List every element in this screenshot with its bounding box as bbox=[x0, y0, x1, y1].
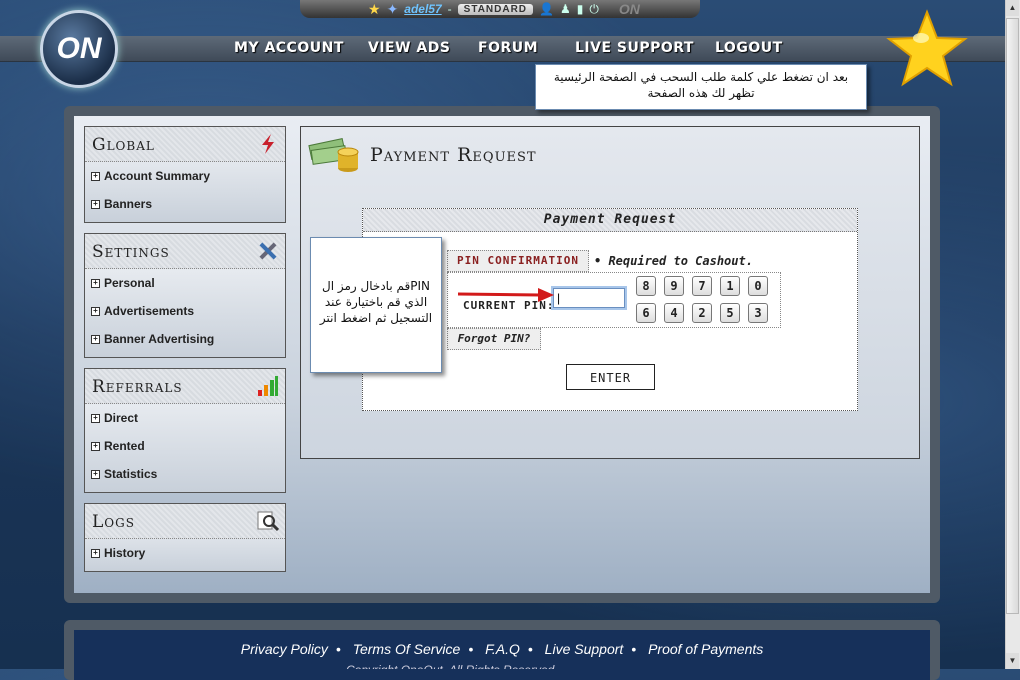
instruction-callout-top: بعد ان تضغط علي كلمة طلب السحب في الصفحة… bbox=[535, 64, 867, 110]
expand-icon: + bbox=[91, 442, 100, 452]
keypad-key[interactable]: 5 bbox=[720, 303, 740, 323]
sidebar-logs-header: Logs bbox=[85, 504, 285, 539]
top-status-bar: ★ ✦ adel57 - STANDARD 👤 ♟ ▮ ⏻ ON bbox=[300, 0, 700, 18]
sidebar-referrals-title: Referrals bbox=[92, 377, 183, 397]
instruction-callout-left: PINقم بادخال رمز ال الذي قم باختيارة عند… bbox=[310, 237, 442, 373]
footer-separator: • bbox=[335, 641, 341, 657]
sidebar-item-label: Statistics bbox=[104, 467, 158, 481]
footer-separator: • bbox=[631, 641, 637, 657]
membership-badge: STANDARD bbox=[457, 3, 534, 15]
sidebar-settings-title: Settings bbox=[92, 242, 170, 262]
sidebar-settings: Settings + Personal + Advertisements + Bann… bbox=[84, 233, 286, 358]
scrollbar-thumb[interactable] bbox=[1006, 18, 1019, 614]
sidebar-global-header: Global bbox=[85, 127, 285, 162]
separator: - bbox=[447, 2, 452, 16]
sidebar-item-direct[interactable]: + Direct bbox=[85, 404, 285, 432]
keypad-key[interactable]: 2 bbox=[692, 303, 712, 323]
signal-bars-icon bbox=[258, 376, 278, 396]
sidebar-settings-header: Settings bbox=[85, 234, 285, 269]
enter-button[interactable]: ENTER bbox=[566, 364, 655, 390]
pin-input[interactable] bbox=[551, 286, 627, 310]
expand-icon: + bbox=[91, 549, 100, 559]
sidebar-referrals-header: Referrals bbox=[85, 369, 285, 404]
keypad-key[interactable]: 1 bbox=[720, 276, 740, 296]
lightning-icon bbox=[262, 134, 274, 154]
sidebar-item-label: Banner Advertising bbox=[104, 332, 215, 346]
sidebar-item-label: Advertisements bbox=[104, 304, 195, 318]
user-icon[interactable]: 👤 bbox=[539, 2, 554, 16]
sidebar-item-label: Banners bbox=[104, 197, 153, 211]
sidebar-global-title: Global bbox=[92, 135, 155, 155]
sidebar-logs-title: Logs bbox=[92, 512, 135, 532]
page-title: Payment Request bbox=[370, 144, 537, 166]
nav-live-support[interactable]: LIVE SUPPORT bbox=[575, 40, 694, 56]
sidebar-item-label: History bbox=[104, 546, 146, 560]
form-title: Payment Request bbox=[363, 209, 857, 232]
expand-icon: + bbox=[91, 470, 100, 480]
copyright: Copyright OneOut. All Rights Reserved. bbox=[346, 663, 646, 669]
footer-separator: • bbox=[527, 641, 533, 657]
scroll-down-icon[interactable]: ▼ bbox=[1006, 653, 1019, 669]
sidebar-referrals: Referrals + Direct + Rented + Statistics bbox=[84, 368, 286, 493]
nav-forum[interactable]: FORUM bbox=[478, 40, 538, 56]
stats-icon[interactable]: ▮ bbox=[577, 2, 584, 16]
footer-link-privacy[interactable]: Privacy Policy bbox=[241, 641, 328, 657]
required-note: • Required to Cashout. bbox=[594, 254, 753, 268]
sidebar-item-label: Account Summary bbox=[104, 169, 211, 183]
sparkle-icon[interactable]: ✦ bbox=[387, 1, 399, 18]
keypad-key[interactable]: 7 bbox=[692, 276, 712, 296]
sidebar-item-account-summary[interactable]: + Account Summary bbox=[85, 162, 285, 190]
power-icon[interactable]: ⏻ bbox=[589, 2, 599, 17]
referrals-icon[interactable]: ♟ bbox=[560, 2, 571, 16]
sidebar-item-label: Direct bbox=[104, 411, 139, 425]
footer-links: Privacy Policy • Terms Of Service • F.A.Q •… bbox=[74, 641, 930, 657]
small-logo: ON bbox=[618, 1, 640, 17]
scroll-up-icon[interactable]: ▲ bbox=[1006, 0, 1019, 16]
sidebar-item-history[interactable]: + History bbox=[85, 539, 285, 567]
keypad-key[interactable]: 9 bbox=[664, 276, 684, 296]
sidebar-item-personal[interactable]: + Personal bbox=[85, 269, 285, 297]
sidebar-global: Global + Account Summary + Banners bbox=[84, 126, 286, 223]
keypad-key[interactable]: 0 bbox=[748, 276, 768, 296]
sidebar-logs: Logs + History bbox=[84, 503, 286, 572]
magnifier-icon bbox=[257, 511, 279, 532]
sidebar-item-statistics[interactable]: + Statistics bbox=[85, 460, 285, 488]
nav-view-ads[interactable]: VIEW ADS bbox=[368, 40, 450, 56]
nav-my-account[interactable]: MY ACCOUNT bbox=[234, 40, 344, 56]
keypad-key[interactable]: 8 bbox=[636, 276, 656, 296]
money-coins-icon bbox=[308, 138, 359, 172]
red-arrow-icon bbox=[457, 288, 554, 302]
username-link[interactable]: adel57 bbox=[404, 2, 441, 16]
sidebar-item-banner-advertising[interactable]: + Banner Advertising bbox=[85, 325, 285, 353]
footer-link-live-support[interactable]: Live Support bbox=[545, 641, 624, 657]
tools-icon bbox=[259, 242, 277, 260]
expand-icon: + bbox=[91, 307, 100, 317]
expand-icon: + bbox=[91, 414, 100, 424]
main-nav: MY ACCOUNT VIEW ADS FORUM LIVE SUPPORT L… bbox=[0, 36, 1005, 62]
sidebar-item-rented[interactable]: + Rented bbox=[85, 432, 285, 460]
sidebar-item-advertisements[interactable]: + Advertisements bbox=[85, 297, 285, 325]
sidebar-item-label: Rented bbox=[104, 439, 145, 453]
star-decoration-icon bbox=[886, 9, 968, 87]
keypad-key[interactable]: 6 bbox=[636, 303, 656, 323]
expand-icon: + bbox=[91, 172, 100, 182]
expand-icon: + bbox=[91, 279, 100, 289]
footer-link-terms[interactable]: Terms Of Service bbox=[353, 641, 461, 657]
expand-icon: + bbox=[91, 200, 100, 210]
keypad-key[interactable]: 4 bbox=[664, 303, 684, 323]
site-logo[interactable]: ON bbox=[40, 10, 118, 88]
keypad-key[interactable]: 3 bbox=[748, 303, 768, 323]
expand-icon: + bbox=[91, 335, 100, 345]
star-icon[interactable]: ★ bbox=[368, 1, 381, 18]
nav-logout[interactable]: LOGOUT bbox=[715, 40, 783, 56]
footer-separator: • bbox=[468, 641, 474, 657]
forgot-pin-link[interactable]: Forgot PIN? bbox=[447, 328, 541, 350]
footer-link-proof[interactable]: Proof of Payments bbox=[648, 641, 763, 657]
pin-confirmation-label: PIN CONFIRMATION bbox=[447, 250, 589, 272]
sidebar-item-label: Personal bbox=[104, 276, 155, 290]
footer-link-faq[interactable]: F.A.Q bbox=[485, 641, 520, 657]
sidebar-item-banners[interactable]: + Banners bbox=[85, 190, 285, 218]
